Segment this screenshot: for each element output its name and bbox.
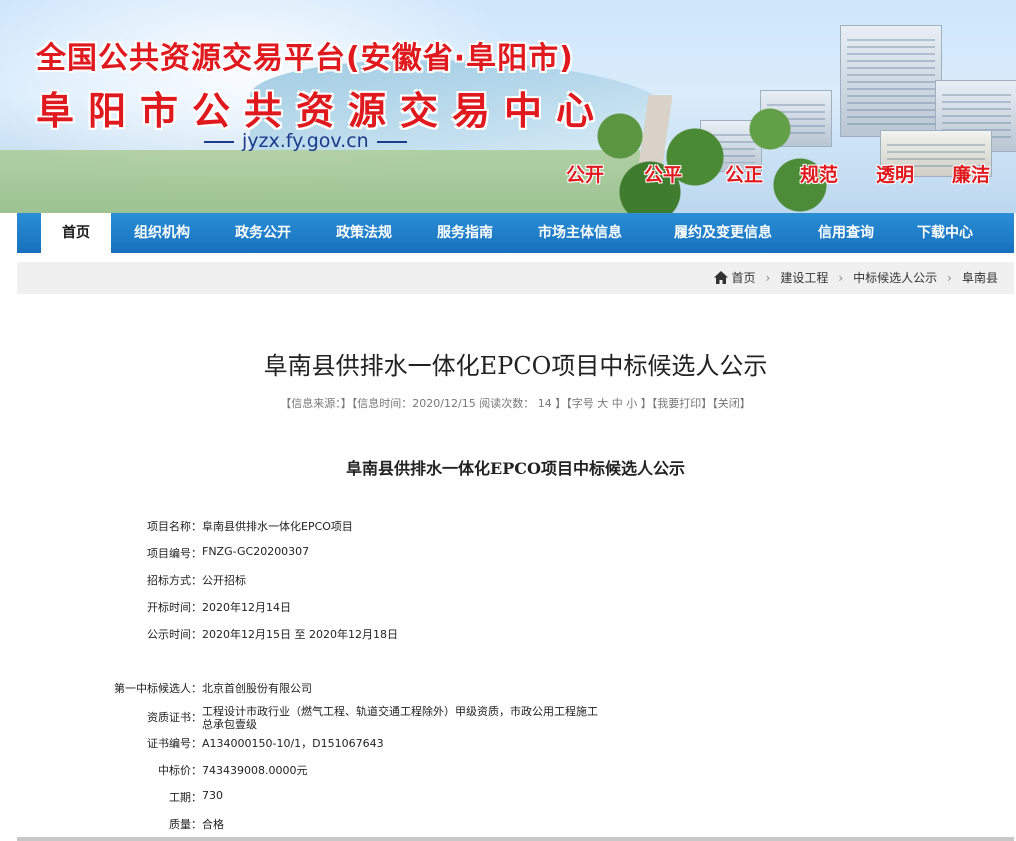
article-meta: 【信息来源：】【信息时间：2020/12/15 阅读次数： 14 】【字号 大 …	[17, 395, 1014, 411]
field-value: 北京首创股份有限公司	[202, 682, 312, 695]
nav-item-market-entities[interactable]: 市场主体信息	[525, 213, 635, 253]
breadcrumb-candidate-notice[interactable]: 中标候选人公示	[853, 271, 937, 285]
slogan-text: 透明	[876, 164, 915, 186]
breadcrumb: 首页 › 建设工程 › 中标候选人公示 › 阜南县	[713, 262, 998, 294]
font-size-large-link[interactable]: 大	[597, 397, 608, 410]
field-bid-method: 招标方式： 公开招标	[17, 572, 1014, 588]
field-value: 2020年12月14日	[202, 601, 291, 614]
slogan-text: 公正	[725, 164, 764, 186]
field-label: 项目编号：	[147, 547, 202, 560]
nav-item-policies[interactable]: 政策法规	[323, 213, 405, 253]
nav-item-home[interactable]: 首页	[41, 213, 111, 253]
field-project-name: 项目名称： 阜南县供排水一体化EPCO项目	[17, 518, 1014, 534]
font-size-medium-link[interactable]: 中	[612, 397, 623, 410]
field-label: 项目名称：	[147, 520, 202, 533]
nav-item-performance-changes[interactable]: 履约及变更信息	[653, 213, 793, 253]
print-link[interactable]: 】【我要打印	[641, 397, 702, 410]
field-duration: 工期： 730	[17, 789, 1014, 805]
main-nav: 首页 组织机构 政务公开 政策法规 服务指南 市场主体信息 履约及变更信息 信用…	[17, 213, 1014, 253]
breadcrumb-county[interactable]: 阜南县	[962, 271, 998, 285]
slogan-text: 公平	[644, 164, 683, 186]
meta-source-label: 【信息来源：	[280, 397, 341, 410]
field-value: 工程设计市政行业（燃气工程、轨道交通工程除外）甲级资质，市政公用工程施工	[202, 705, 598, 718]
field-value-continued: 总承包壹级	[202, 718, 257, 731]
field-value: 730	[202, 789, 223, 802]
slogan-text: 公开	[566, 164, 605, 186]
field-label: 中标价：	[158, 764, 202, 777]
field-value: 阜南县供排水一体化EPCO项目	[202, 520, 353, 533]
field-label: 公示时间：	[147, 628, 202, 641]
nav-item-downloads[interactable]: 下载中心	[904, 213, 986, 253]
field-value: 公开招标	[202, 574, 246, 587]
nav-item-credit-query[interactable]: 信用查询	[805, 213, 887, 253]
meta-time: 2020/12/15	[412, 397, 476, 410]
banner-grass	[0, 150, 640, 213]
field-value: 743439008.0000元	[202, 764, 308, 777]
banner-slogans: 公开 公平 公正 规范 透明 廉洁	[560, 160, 1010, 190]
nav-item-service-guide[interactable]: 服务指南	[424, 213, 506, 253]
field-value: A134000150-10/1，D151067643	[202, 737, 384, 750]
font-size-small-link[interactable]: 小	[626, 397, 637, 410]
field-label: 开标时间：	[147, 601, 202, 614]
home-icon	[713, 271, 728, 284]
breadcrumb-home[interactable]: 首页	[732, 271, 756, 285]
url-dash-right	[376, 140, 407, 143]
meta-time-label: 】【信息时间：	[340, 397, 413, 410]
site-banner: 全国公共资源交易平台(安徽省·阜阳市) 阜阳市公共资源交易中心 jyzx.fy.…	[0, 0, 1016, 213]
field-value: 合格	[202, 818, 224, 831]
slogan-text: 廉洁	[952, 164, 991, 186]
meta-views-label: 阅读次数：	[479, 397, 535, 410]
nav-item-government-affairs[interactable]: 政务公开	[222, 213, 304, 253]
field-label: 招标方式：	[147, 574, 202, 587]
meta-font-label: 】【字号	[555, 397, 594, 410]
page-bottom-divider	[17, 837, 1014, 841]
field-value: FNZG-GC20200307	[202, 545, 310, 558]
chevron-right-icon: ›	[765, 271, 771, 285]
field-first-candidate: 第一中标候选人： 北京首创股份有限公司	[17, 680, 1014, 696]
field-label: 证书编号：	[147, 737, 202, 750]
field-project-number: 项目编号： FNZG-GC20200307	[17, 545, 1014, 561]
center-title: 阜阳市公共资源交易中心	[36, 89, 609, 133]
field-certificate-number: 证书编号： A134000150-10/1，D151067643	[17, 735, 1014, 751]
article-content: 阜南县供排水一体化EPCO项目中标候选人公示 【信息来源：】【信息时间：2020…	[17, 294, 1014, 841]
field-quality: 质量： 合格	[17, 816, 1014, 832]
close-link[interactable]: 】【关闭】	[701, 397, 751, 410]
breadcrumb-bar: 首页 › 建设工程 › 中标候选人公示 › 阜南县	[17, 262, 1014, 295]
field-label: 第一中标候选人：	[114, 682, 202, 695]
platform-title: 全国公共资源交易平台(安徽省·阜阳市)	[36, 41, 574, 76]
field-opening-time: 开标时间： 2020年12月14日	[17, 599, 1014, 615]
article-title: 阜南县供排水一体化EPCO项目中标候选人公示	[263, 352, 768, 380]
field-bid-price: 中标价： 743439008.0000元	[17, 762, 1014, 778]
field-label: 工期：	[169, 791, 202, 804]
slogan-text: 规范	[800, 164, 839, 186]
field-value: 2020年12月15日 至 2020年12月18日	[202, 628, 398, 641]
site-url: jyzx.fy.gov.cn	[196, 130, 415, 152]
nav-item-organization[interactable]: 组织机构	[121, 213, 203, 253]
field-label: 质量：	[169, 818, 202, 831]
meta-views: 14	[537, 397, 552, 410]
chevron-right-icon: ›	[947, 271, 952, 285]
breadcrumb-construction[interactable]: 建设工程	[780, 271, 828, 285]
field-publicity-period: 公示时间： 2020年12月15日 至 2020年12月18日	[17, 626, 1014, 642]
url-dash-left	[204, 140, 234, 143]
chevron-right-icon: ›	[838, 271, 844, 285]
site-url-text: jyzx.fy.gov.cn	[242, 130, 369, 152]
article-subtitle: 阜南县供排水一体化EPCO项目中标候选人公示	[346, 459, 685, 478]
field-qualification: 资质证书： 工程设计市政行业（燃气工程、轨道交通工程除外）甲级资质，市政公用工程…	[17, 701, 1014, 731]
field-label: 资质证书：	[147, 711, 202, 724]
